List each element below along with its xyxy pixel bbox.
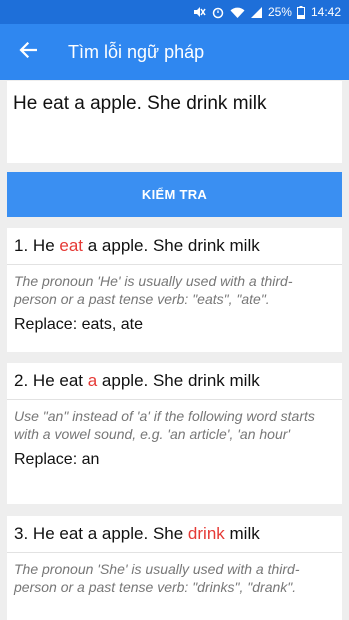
battery-text: 25% <box>267 5 292 19</box>
result-card-2: 2. He eat a apple. She drink milk Use "a… <box>7 363 342 504</box>
wifi-icon <box>230 6 245 19</box>
check-button[interactable]: KIỂM TRA <box>7 172 342 217</box>
sentence-before: He <box>28 236 60 255</box>
result-number: 3. <box>14 524 29 543</box>
mute-icon <box>192 5 206 19</box>
error-word: a <box>87 371 98 390</box>
sentence-before: He eat <box>28 371 88 390</box>
sentence-before: He eat a apple. She <box>28 524 188 543</box>
error-explanation: The pronoun 'He' is usually used with a … <box>14 273 293 307</box>
error-word: eat <box>59 236 84 255</box>
result-card-1: 1. He eat a apple. She drink milk The pr… <box>7 228 342 352</box>
arrow-back-icon <box>19 41 38 63</box>
sentence-input[interactable]: He eat a apple. She drink milk <box>7 81 342 163</box>
page-title: Tìm lỗi ngữ pháp <box>68 41 205 62</box>
replace-suggestion: Replace: an <box>14 451 100 468</box>
divider <box>7 264 342 265</box>
divider <box>7 399 342 400</box>
replace-suggestion: Replace: eats, ate <box>14 316 143 333</box>
result-card-3: 3. He eat a apple. She drink milk The pr… <box>7 516 342 620</box>
result-sentence: 3. He eat a apple. She drink milk <box>14 516 335 552</box>
result-sentence: 1. He eat a apple. She drink milk <box>14 228 335 264</box>
sentence-after: apple. She drink milk <box>97 371 260 390</box>
result-number: 2. <box>14 371 29 390</box>
divider <box>7 552 342 553</box>
signal-icon <box>250 6 263 19</box>
error-explanation: Use "an" instead of 'a' if the following… <box>14 408 315 442</box>
back-button[interactable] <box>0 24 56 80</box>
error-explanation: The pronoun 'She' is usually used with a… <box>14 561 300 595</box>
sentence-after: a apple. She drink milk <box>83 236 260 255</box>
result-number: 1. <box>14 236 29 255</box>
error-word: drink <box>187 524 225 543</box>
alarm-icon <box>211 5 225 19</box>
clock: 14:42 <box>310 5 341 19</box>
battery-icon <box>296 5 305 19</box>
sentence-after: milk <box>224 524 260 543</box>
app-bar: Tìm lỗi ngữ pháp <box>0 24 349 80</box>
result-sentence: 2. He eat a apple. She drink milk <box>14 363 335 399</box>
status-bar: 25% 14:42 <box>0 0 349 24</box>
